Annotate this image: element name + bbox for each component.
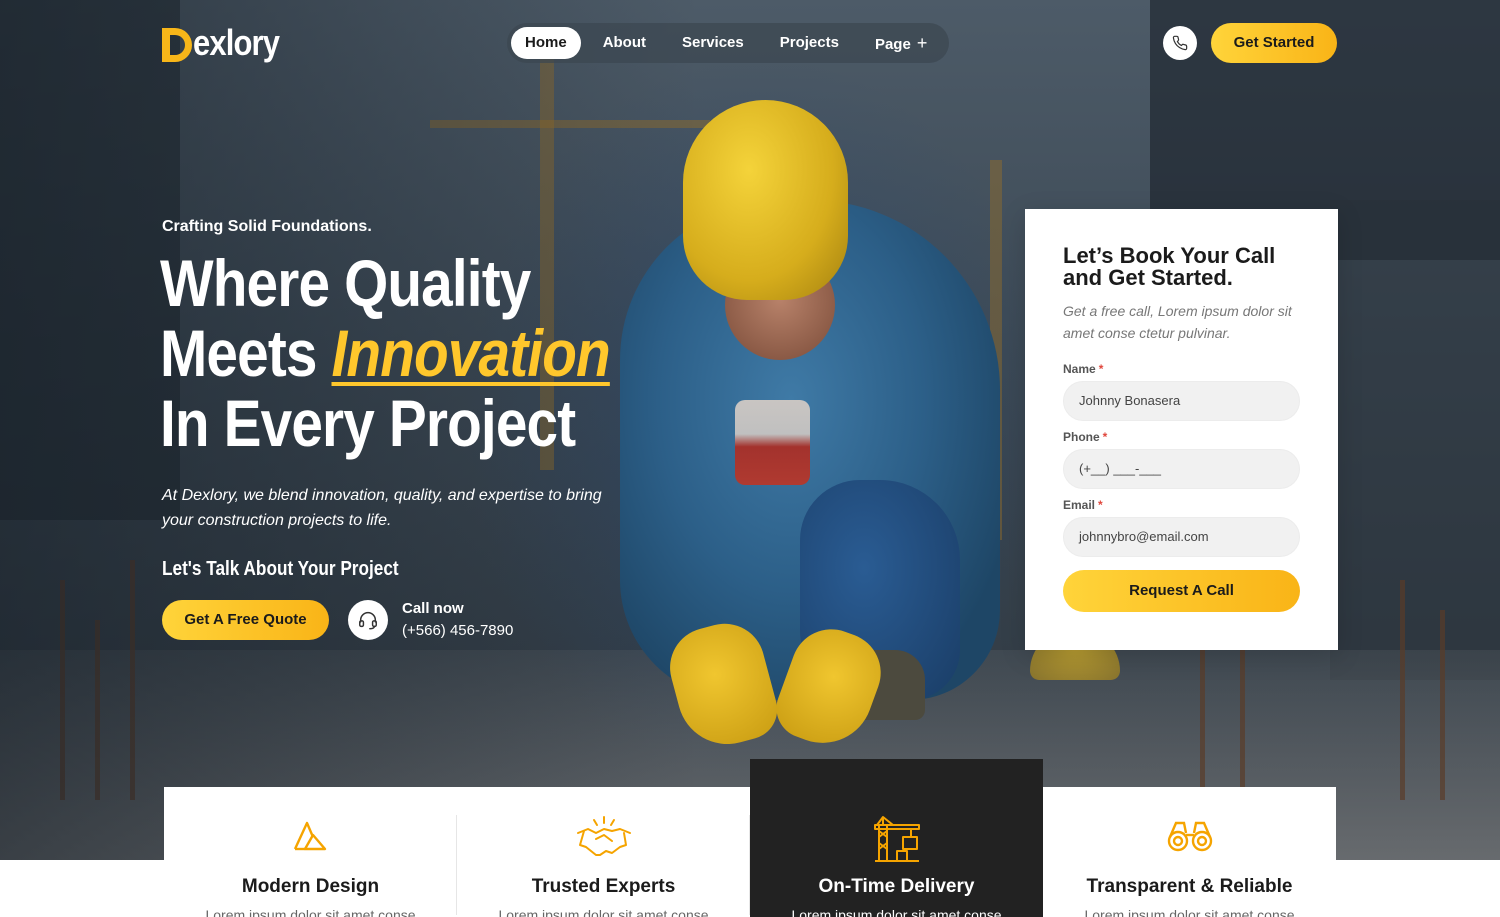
form-title: Let’s Book Your Call and Get Started. xyxy=(1063,243,1276,290)
feature-text: Lorem ipsum dolor sit amet conse xyxy=(1084,907,1295,917)
headline-line-1: Where Quality xyxy=(160,246,531,320)
name-input[interactable]: Johnny Bonasera xyxy=(1063,381,1300,421)
get-started-button[interactable]: Get Started xyxy=(1211,23,1337,63)
feature-text: Lorem ipsum dolor sit amet conse xyxy=(498,907,709,917)
booking-form-card: Let’s Book Your Call and Get Started. Ge… xyxy=(1025,209,1338,650)
nav-item-page[interactable]: Page + xyxy=(861,27,941,59)
call-now-label: Call now xyxy=(402,600,464,617)
feature-card-transparent-reliable[interactable]: Transparent & Reliable Lorem ipsum dolor… xyxy=(1043,787,1336,917)
nav-item-page-label: Page xyxy=(874,36,911,53)
email-label-text: Email xyxy=(1063,498,1096,512)
rebar xyxy=(1440,610,1445,800)
email-label: Email * xyxy=(1063,498,1103,512)
headline-highlight: Innovation xyxy=(331,316,611,390)
brand-logo[interactable]: exlory xyxy=(162,22,293,64)
brand-name: exlory xyxy=(193,22,280,63)
handshake-icon xyxy=(576,816,631,856)
nav-item-home[interactable]: Home xyxy=(511,27,581,59)
hero-headline: Where Quality Meets Innovation In Every … xyxy=(160,246,611,460)
form-subtitle: Get a free call, Lorem ipsum dolor sit a… xyxy=(1063,303,1292,341)
required-marker: * xyxy=(1102,430,1108,444)
plus-icon: + xyxy=(916,33,928,53)
headset-icon xyxy=(359,612,377,630)
feature-card-on-time-delivery[interactable]: On-Time Delivery Lorem ipsum dolor sit a… xyxy=(750,759,1043,917)
phone-button[interactable] xyxy=(1163,26,1197,60)
worker-shirt xyxy=(735,400,810,485)
request-call-button[interactable]: Request A Call xyxy=(1063,570,1300,612)
logo-mark xyxy=(162,24,192,62)
main-nav: Home About Services Projects Page + xyxy=(507,23,949,63)
name-label: Name * xyxy=(1063,362,1103,376)
feature-title: Modern Design xyxy=(241,876,380,897)
feature-text: Lorem ipsum dolor sit amet conse xyxy=(205,907,416,917)
nav-item-about[interactable]: About xyxy=(589,27,660,59)
phone-input[interactable]: (+__) ___-___ xyxy=(1063,449,1300,489)
phone-label-text: Phone xyxy=(1063,430,1100,444)
nav-item-services[interactable]: Services xyxy=(668,27,758,59)
rebar xyxy=(1240,630,1245,800)
talk-heading: Let's Talk About Your Project xyxy=(162,558,399,580)
worker-helmet xyxy=(683,100,848,300)
feature-card-trusted-experts[interactable]: Trusted Experts Lorem ipsum dolor sit am… xyxy=(457,787,750,917)
required-marker: * xyxy=(1098,362,1104,376)
phone-icon xyxy=(1172,35,1188,51)
headline-line-3: In Every Project xyxy=(160,386,576,460)
call-phone-number[interactable]: (+566) 456-7890 xyxy=(402,622,513,639)
feature-title: Trusted Experts xyxy=(531,876,676,897)
feature-card-modern-design[interactable]: Modern Design Lorem ipsum dolor sit amet… xyxy=(164,787,457,917)
nav-item-projects[interactable]: Projects xyxy=(766,27,853,59)
modern-design-icon xyxy=(293,821,326,851)
email-input[interactable]: johnnybro@email.com xyxy=(1063,517,1300,557)
name-label-text: Name xyxy=(1063,362,1096,376)
free-quote-button[interactable]: Get A Free Quote xyxy=(162,600,329,640)
hero-tagline: Crafting Solid Foundations. xyxy=(162,218,372,235)
building-silhouette xyxy=(1330,200,1500,680)
call-button[interactable] xyxy=(348,600,388,640)
features-row: Modern Design Lorem ipsum dolor sit amet… xyxy=(164,759,1336,917)
binoculars-icon xyxy=(1167,821,1212,852)
phone-label: Phone * xyxy=(1063,430,1107,444)
headline-line-2: Meets Innovation xyxy=(160,316,611,390)
headline-line-2-prefix: Meets xyxy=(160,316,332,390)
feature-text: Lorem ipsum dolor sit amet conse xyxy=(791,907,1002,917)
feature-title: On-Time Delivery xyxy=(818,876,975,897)
feature-title: Transparent & Reliable xyxy=(1086,876,1293,897)
crane-icon xyxy=(873,816,920,862)
required-marker: * xyxy=(1098,498,1103,512)
rebar xyxy=(1400,580,1405,800)
hero-description: At Dexlory, we blend innovation, quality… xyxy=(162,487,602,529)
